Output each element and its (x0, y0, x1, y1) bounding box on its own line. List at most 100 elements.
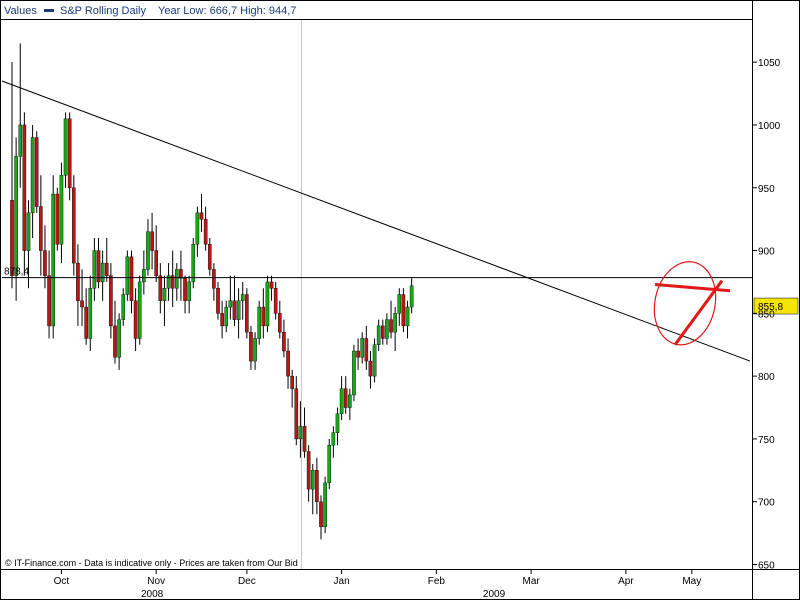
candle-body (397, 294, 402, 314)
x-tick-label: Mar (523, 576, 541, 587)
candle-body (129, 256, 134, 301)
series-legend-label: S&P Rolling Daily (60, 5, 147, 17)
candle-body (203, 218, 208, 245)
candle-body (179, 269, 183, 279)
candle-body (310, 470, 315, 490)
candle-body (368, 360, 373, 377)
candle-body (389, 319, 393, 333)
candle-body (278, 313, 282, 333)
candle-body (191, 244, 196, 283)
candle-body (339, 388, 344, 414)
y-tick-label: 800 (758, 372, 775, 383)
candle-body (100, 262, 105, 283)
candle-body (331, 432, 336, 446)
candle-body (174, 269, 179, 289)
candle-body (158, 275, 163, 301)
candle-body (207, 244, 212, 270)
series-legend-swatch (44, 9, 54, 12)
candle-body (162, 288, 167, 301)
y-tick-label: 900 (758, 247, 775, 258)
candle-body (405, 306, 410, 327)
candle-body (47, 275, 51, 327)
candle-body (142, 269, 146, 283)
candle-body (335, 413, 340, 433)
candle-body (376, 325, 381, 345)
y-tick-label: 700 (758, 498, 775, 509)
y-tick-label: 750 (758, 435, 775, 446)
candle-body (14, 156, 18, 276)
x-tick-label: Jan (334, 576, 350, 587)
year-label: 2008 (141, 589, 164, 600)
candle-body (30, 137, 35, 214)
candle-body (261, 306, 266, 327)
values-label: Values (4, 5, 37, 17)
candle-body (265, 281, 270, 327)
candle-body (51, 193, 55, 327)
candle-body (113, 325, 117, 358)
candle-body (154, 250, 159, 276)
candle-body (269, 281, 274, 289)
candle-body (315, 470, 319, 502)
candle-body (401, 294, 406, 327)
candle-body (249, 331, 253, 362)
year-low-high: Year Low: 666,7 High: 944,7 (158, 5, 296, 17)
y-tick-label: 850 (758, 309, 775, 320)
candle-body (55, 193, 60, 245)
candle-body (302, 426, 307, 452)
candle-body (356, 350, 360, 358)
candle-body (360, 338, 365, 358)
candle-body (232, 300, 237, 320)
candle-body (199, 212, 204, 220)
candle-body (104, 262, 109, 276)
candle-body (385, 319, 389, 339)
candle-body (372, 344, 377, 377)
candle-body (257, 306, 262, 339)
candle-body (109, 275, 113, 327)
candle-body (26, 212, 31, 251)
candle-body (245, 294, 249, 333)
candle-body (92, 250, 97, 289)
candle-body (22, 124, 27, 251)
x-tick-label: May (682, 576, 701, 587)
candle-body (18, 124, 23, 157)
level-label: 878,4 (4, 267, 29, 278)
candle-body (224, 306, 229, 327)
candle-body (133, 300, 138, 339)
y-tick-label: 650 (758, 560, 775, 571)
candle-body (323, 482, 327, 528)
candle-body (187, 281, 191, 301)
candle-body (146, 231, 150, 270)
candle-body (125, 256, 130, 295)
candle-body (327, 444, 332, 484)
candle-body (352, 350, 356, 396)
candle-body (63, 118, 68, 176)
candle-body (39, 206, 43, 251)
candle-body (364, 338, 369, 362)
candle-body (273, 288, 278, 314)
candle-body (10, 200, 14, 276)
candle-body (67, 118, 72, 188)
candle-body (306, 451, 311, 490)
candle-body (216, 288, 220, 314)
candle-body (137, 281, 142, 339)
candle-body (84, 306, 88, 339)
year-label: 2009 (483, 589, 506, 600)
candle-body (195, 212, 200, 245)
candle-body (117, 319, 121, 358)
x-tick-label: Apr (618, 576, 634, 587)
candle-body (228, 300, 233, 308)
candle-body (236, 300, 241, 320)
candle-body (319, 501, 323, 528)
y-tick-label: 1050 (758, 58, 781, 69)
candle-body (88, 288, 93, 339)
candle-body (381, 325, 385, 339)
y-tick-label: 950 (758, 184, 775, 195)
x-tick-label: Oct (54, 576, 70, 587)
candle-body (34, 137, 39, 207)
candle-body (183, 277, 187, 301)
candle-body (298, 426, 303, 440)
copyright-note: © IT-Finance.com - Data is indicative on… (5, 558, 298, 568)
candle-body (253, 338, 257, 362)
candle-body (290, 375, 294, 389)
candle-body (294, 388, 299, 440)
